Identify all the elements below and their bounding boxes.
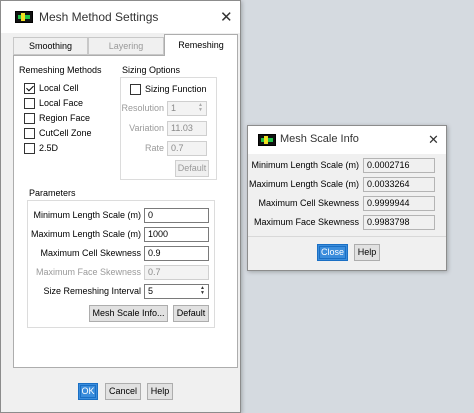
2-5d-checkbox[interactable] xyxy=(24,143,35,154)
help-button[interactable]: Help xyxy=(147,383,173,400)
local-face-label: Local Face xyxy=(39,98,84,108)
max-length-scale-field[interactable]: 1000 xyxy=(144,227,209,242)
fluent-app-icon xyxy=(15,11,33,23)
rate-field[interactable]: 0.7 xyxy=(167,141,207,156)
info-max-cell-skewness-label: Maximum Cell Skewness xyxy=(258,198,359,208)
ok-button[interactable]: OK xyxy=(78,383,98,400)
local-cell-checkbox[interactable] xyxy=(24,83,35,94)
cutcell-zone-checkbox[interactable] xyxy=(24,128,35,139)
close-icon[interactable]: ✕ xyxy=(220,10,233,25)
info-max-face-skewness-value: 0.9983798 xyxy=(363,215,435,230)
mesh-scale-info-button[interactable]: Mesh Scale Info... xyxy=(89,305,168,322)
info-max-face-skewness-label: Maximum Face Skewness xyxy=(253,217,359,227)
remeshing-tab-panel: Remeshing Methods Local Cell Local Face … xyxy=(13,55,238,368)
min-length-scale-label: Minimum Length Scale (m) xyxy=(33,210,141,220)
local-cell-label: Local Cell xyxy=(39,83,79,93)
resolution-label: Resolution xyxy=(121,103,164,113)
close-button[interactable]: Close xyxy=(317,244,348,261)
size-remeshing-interval-field[interactable]: 5 ▲ ▼ xyxy=(144,284,209,299)
info-min-length-label: Minimum Length Scale (m) xyxy=(251,160,359,170)
info-help-button[interactable]: Help xyxy=(354,244,380,261)
cancel-button[interactable]: Cancel xyxy=(105,383,141,400)
tab-layering[interactable]: Layering xyxy=(88,37,164,55)
tab-remeshing[interactable]: Remeshing xyxy=(164,34,238,56)
max-cell-skewness-field[interactable]: 0.9 xyxy=(144,246,209,261)
mesh-method-settings-dialog: Mesh Method Settings ✕ Smoothing Layerin… xyxy=(0,0,241,413)
sizing-function-label: Sizing Function xyxy=(145,84,207,94)
sizing-function-checkbox[interactable] xyxy=(130,84,141,95)
region-face-checkbox[interactable] xyxy=(24,113,35,124)
resolution-field[interactable]: 1 ▲ ▼ xyxy=(167,101,207,116)
max-face-skewness-label: Maximum Face Skewness xyxy=(35,267,141,277)
cutcell-zone-label: CutCell Zone xyxy=(39,128,92,138)
variation-field[interactable]: 11.03 xyxy=(167,121,207,136)
spinner-arrows-icon[interactable]: ▲ ▼ xyxy=(196,103,205,114)
info-max-length-value: 0.0033264 xyxy=(363,177,435,192)
mesh-scale-info-dialog: Mesh Scale Info ✕ Minimum Length Scale (… xyxy=(247,125,447,271)
rate-label: Rate xyxy=(144,143,164,153)
region-face-label: Region Face xyxy=(39,113,91,123)
size-remeshing-interval-label: Size Remeshing Interval xyxy=(43,286,141,296)
info-title-bar: Mesh Scale Info ✕ xyxy=(248,126,446,154)
info-max-cell-skewness-value: 0.9999944 xyxy=(363,196,435,211)
spinner-arrows-icon[interactable]: ▲ ▼ xyxy=(198,286,207,297)
sizing-options-header: Sizing Options xyxy=(122,65,181,75)
min-length-scale-field[interactable]: 0 xyxy=(144,208,209,223)
2-5d-label: 2.5D xyxy=(39,143,59,153)
parameters-default-button[interactable]: Default xyxy=(173,305,209,322)
info-max-length-label: Maximum Length Scale (m) xyxy=(248,179,359,189)
info-min-length-value: 0.0002716 xyxy=(363,158,435,173)
local-face-checkbox[interactable] xyxy=(24,98,35,109)
info-divider xyxy=(248,236,446,237)
close-icon[interactable]: ✕ xyxy=(428,132,439,147)
max-length-scale-label: Maximum Length Scale (m) xyxy=(30,229,141,239)
fluent-app-icon xyxy=(258,134,276,146)
sizing-default-button[interactable]: Default xyxy=(175,160,209,177)
tab-smoothing[interactable]: Smoothing xyxy=(13,37,88,55)
settings-title-bar: Mesh Method Settings ✕ xyxy=(1,1,240,33)
max-face-skewness-field[interactable]: 0.7 xyxy=(144,265,209,280)
sizing-options-group: Sizing Function Resolution 1 ▲ ▼ Variatio… xyxy=(120,77,217,180)
parameters-header: Parameters xyxy=(29,188,76,198)
parameters-group: Minimum Length Scale (m) 0 Maximum Lengt… xyxy=(27,200,215,328)
settings-dialog-title: Mesh Method Settings xyxy=(39,10,159,24)
info-dialog-title: Mesh Scale Info xyxy=(280,133,359,145)
max-cell-skewness-label: Maximum Cell Skewness xyxy=(40,248,141,258)
remeshing-methods-header: Remeshing Methods xyxy=(19,65,102,75)
variation-label: Variation xyxy=(129,123,164,133)
